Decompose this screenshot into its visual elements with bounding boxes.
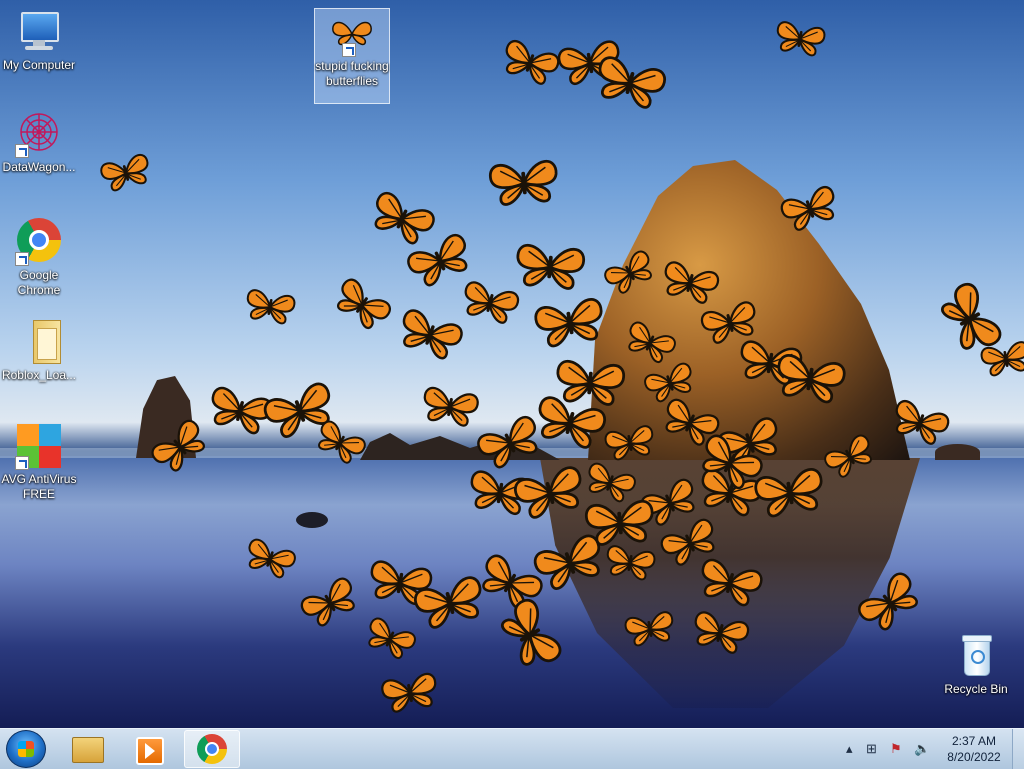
folder-icon (72, 737, 104, 763)
recycle-bin-icon (952, 632, 1000, 680)
beach-stone (296, 512, 328, 528)
butterfly (454, 272, 525, 333)
shortcut-arrow-icon (342, 43, 356, 57)
butterfly (360, 181, 444, 257)
butterfly (323, 268, 400, 342)
desktop-icon-label: Roblox_Loa... (1, 368, 77, 382)
desktop-icon-recycle-bin[interactable]: Recycle Bin (938, 632, 1014, 697)
shortcut-arrow-icon (15, 456, 29, 470)
butterfly (552, 31, 628, 95)
clock[interactable]: 2:37 AM 8/20/2022 (938, 733, 1010, 765)
taskbar-button-media-player[interactable] (122, 730, 178, 768)
butterfly (926, 272, 1014, 366)
butterfly (493, 30, 567, 95)
desktop-icon-roblox-loader[interactable]: Roblox_Loa... (1, 318, 77, 383)
chrome-icon (197, 734, 227, 764)
taskbar-button-chrome[interactable] (184, 730, 240, 768)
clock-time: 2:37 AM (951, 734, 997, 748)
shortcut-arrow-icon (15, 252, 29, 266)
avg-icon (15, 422, 63, 470)
butterfly (95, 146, 158, 200)
desktop-icon-label: Recycle Bin (944, 682, 1008, 696)
folder-icon (15, 318, 63, 366)
butterfly (484, 151, 564, 215)
desktop-icon-label: stupid fucking butterflies (315, 59, 389, 88)
show-desktop-button[interactable] (1012, 729, 1024, 769)
desktop-icon-datawagon[interactable]: DataWagon... (1, 110, 77, 175)
far-rock (935, 444, 980, 460)
small-rock (136, 376, 196, 458)
chrome-icon (15, 218, 63, 266)
haystack-rock (588, 160, 910, 460)
desktop-icon-label: Google Chrome (17, 268, 61, 297)
butterfly (200, 377, 280, 445)
windows-orb-icon[interactable] (6, 730, 46, 768)
butterfly (398, 223, 482, 299)
computer-icon (15, 8, 63, 56)
desktop-icon-label: AVG AntiVirus FREE (1, 472, 77, 501)
desktop[interactable]: My Computer stupid fucking butterflies D (0, 0, 1024, 728)
rock-cluster (360, 433, 560, 460)
butterfly (255, 371, 346, 451)
butterfly (389, 299, 471, 372)
desktop-icon-my-computer[interactable]: My Computer (1, 8, 77, 73)
show-hidden-icons-arrow[interactable]: ▴ (846, 741, 853, 757)
media-player-icon (136, 737, 164, 765)
taskbar: ▴ ⊞ ⚑ 🔈 2:37 AM 8/20/2022 (0, 728, 1024, 769)
desktop-icon-label: DataWagon... (2, 160, 76, 174)
desktop-icon-label: My Computer (2, 58, 76, 72)
network-icon[interactable]: ⊞ (866, 741, 877, 757)
butterfly (586, 45, 674, 121)
butterfly (976, 334, 1024, 384)
taskbar-button-explorer[interactable] (60, 730, 116, 768)
volume-icon[interactable]: 🔈 (914, 741, 930, 757)
desktop-icon-avg-antivirus[interactable]: AVG AntiVirus FREE (1, 422, 77, 502)
desktop-icon-google-chrome[interactable]: Google Chrome (1, 216, 77, 298)
butterfly (416, 379, 484, 436)
action-center-flag-icon[interactable]: ⚑ (890, 741, 902, 757)
butterfly (770, 14, 830, 64)
spiral-icon (15, 110, 63, 158)
desktop-icon-butterflies[interactable]: stupid fucking butterflies (314, 8, 390, 104)
butterfly-icon (328, 15, 376, 57)
clock-date: 8/20/2022 (947, 750, 1001, 764)
shortcut-arrow-icon (15, 144, 29, 158)
butterfly (240, 282, 300, 332)
butterfly (510, 235, 590, 299)
